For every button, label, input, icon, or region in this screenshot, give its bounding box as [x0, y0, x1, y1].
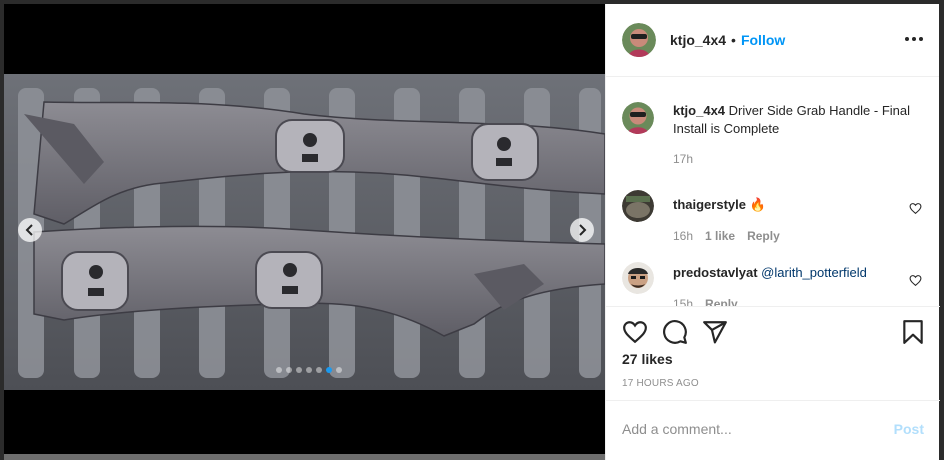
- author-avatar[interactable]: [622, 102, 654, 134]
- chevron-left-icon: [25, 224, 33, 236]
- comment-username[interactable]: predostavlyat: [673, 265, 758, 280]
- post-photo: [4, 74, 605, 390]
- comment-icon[interactable]: [662, 319, 688, 345]
- reply-button[interactable]: Reply: [705, 297, 738, 306]
- header-separator: •: [731, 32, 736, 48]
- author-username[interactable]: ktjo_4x4: [670, 32, 726, 48]
- commenter-avatar[interactable]: [622, 262, 654, 294]
- comment-time[interactable]: 16h: [673, 229, 693, 243]
- post-header: ktjo_4x4 • Follow: [606, 4, 939, 77]
- carousel-next-button[interactable]: [570, 218, 594, 242]
- comments-list[interactable]: ktjo_4x4 Driver Side Grab Handle - Final…: [606, 78, 940, 306]
- bookmark-icon[interactable]: [900, 319, 926, 345]
- reply-button[interactable]: Reply: [747, 229, 780, 243]
- carousel-dot-active: [326, 367, 332, 373]
- carousel-dot: [296, 367, 302, 373]
- comment-input[interactable]: [622, 420, 894, 437]
- media-bottom-strip: [4, 454, 605, 460]
- comment-item: thaigerstyle 🔥 16h 1 like Reply: [622, 190, 922, 243]
- comment-like-icon[interactable]: [909, 202, 922, 215]
- carousel-dot: [306, 367, 312, 373]
- comment-username[interactable]: thaigerstyle: [673, 197, 746, 212]
- carousel-indicator: [276, 367, 342, 373]
- comment-time[interactable]: 15h: [673, 297, 693, 306]
- post-comment-button[interactable]: Post: [894, 421, 924, 437]
- comment-username[interactable]: ktjo_4x4: [673, 103, 725, 118]
- commenter-avatar[interactable]: [622, 190, 654, 222]
- author-avatar[interactable]: [622, 23, 656, 57]
- carousel-dot: [286, 367, 292, 373]
- more-options-icon[interactable]: [905, 37, 923, 41]
- paper-plane-icon[interactable]: [702, 319, 728, 345]
- comment-time[interactable]: 17h: [673, 152, 693, 166]
- heart-icon[interactable]: [622, 319, 648, 345]
- post-sidebar: ktjo_4x4 • Follow ktjo_4x4 Driver Side G…: [605, 4, 940, 460]
- carousel-dot: [336, 367, 342, 373]
- caption-comment: ktjo_4x4 Driver Side Grab Handle - Final…: [622, 102, 922, 166]
- comment-like-icon[interactable]: [909, 274, 922, 287]
- follow-button[interactable]: Follow: [741, 32, 785, 48]
- comment-likes[interactable]: 1 like: [705, 229, 735, 243]
- comment-item: predostavlyat @larith_potterfield 15h Re…: [622, 262, 922, 306]
- likes-count[interactable]: 27 likes: [622, 351, 673, 367]
- post-actions: 27 likes 17 HOURS AGO: [606, 306, 940, 389]
- carousel-dot: [276, 367, 282, 373]
- fire-emoji: 🔥: [749, 197, 766, 212]
- post-timestamp[interactable]: 17 HOURS AGO: [622, 378, 699, 389]
- post-media: [4, 4, 605, 460]
- carousel-prev-button[interactable]: [18, 218, 42, 242]
- comment-composer: Post: [606, 400, 940, 456]
- chevron-right-icon: [579, 224, 587, 236]
- comment-mention[interactable]: @larith_potterfield: [761, 265, 867, 280]
- carousel-dot: [316, 367, 322, 373]
